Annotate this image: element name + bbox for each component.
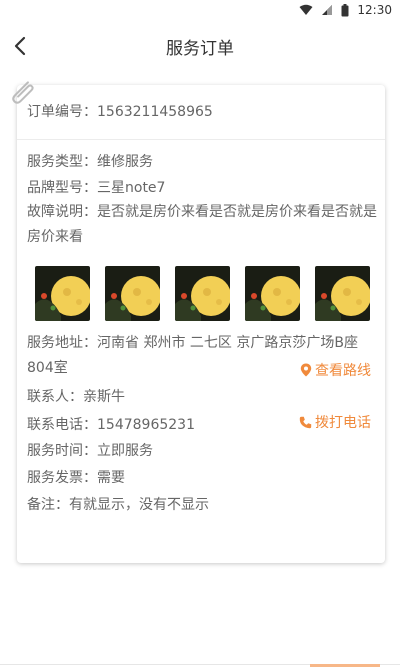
- contact-label: 联系人：: [27, 389, 83, 405]
- address-label: 服务地址：: [27, 335, 97, 351]
- note-row: 备注：有就显示，没有不显示: [27, 494, 209, 514]
- status-time: 12:30: [357, 3, 392, 17]
- wifi-icon: [299, 4, 313, 15]
- moon-photo: [35, 266, 90, 321]
- note-value: 有就显示，没有不显示: [69, 497, 209, 513]
- page-title: 服务订单: [166, 39, 234, 59]
- service-type-row: 服务类型：维修服务: [27, 151, 153, 171]
- fault-label: 故障说明：: [27, 204, 97, 220]
- image-gallery: [35, 266, 370, 321]
- phone-value: 15478965231: [97, 417, 195, 433]
- phone-label: 联系电话：: [27, 417, 97, 433]
- brand-row: 品牌型号：三星note7: [27, 177, 165, 197]
- invoice-label: 服务发票：: [27, 470, 97, 486]
- moon-photo: [105, 266, 160, 321]
- call-label: 拨打电话: [315, 415, 371, 431]
- contact-value: 亲斯牛: [83, 389, 125, 405]
- brand-value: 三星note7: [97, 180, 166, 196]
- order-card: 订单编号：1563211458965 服务类型：维修服务 品牌型号：三星note…: [17, 85, 385, 563]
- image-thumbnail[interactable]: [35, 266, 90, 321]
- fault-row: 故障说明：是否就是房价来看是否就是房价来看是否就是房价来看: [27, 200, 377, 250]
- moon-photo: [315, 266, 370, 321]
- battery-icon: [341, 3, 349, 16]
- moon-photo: [245, 266, 300, 321]
- image-thumbnail[interactable]: [175, 266, 230, 321]
- phone-icon: [299, 416, 312, 428]
- order-number-value: 1563211458965: [97, 104, 213, 120]
- note-label: 备注：: [27, 497, 69, 513]
- brand-label: 品牌型号：: [27, 180, 97, 196]
- contact-row: 联系人：亲斯牛: [27, 386, 125, 406]
- service-time-value: 立即服务: [97, 443, 153, 459]
- view-route-button[interactable]: 查看路线: [300, 360, 371, 380]
- phone-row: 联系电话：15478965231: [27, 414, 195, 434]
- invoice-value: 需要: [97, 470, 125, 486]
- moon-photo: [175, 266, 230, 321]
- location-pin-icon: [300, 363, 312, 377]
- invoice-row: 服务发票：需要: [27, 467, 125, 487]
- order-number-row: 订单编号：1563211458965: [27, 101, 213, 121]
- view-route-label: 查看路线: [315, 363, 371, 379]
- signal-icon: [322, 5, 333, 15]
- service-type-label: 服务类型：: [27, 154, 97, 170]
- service-time-label: 服务时间：: [27, 443, 97, 459]
- service-type-value: 维修服务: [97, 154, 153, 170]
- image-thumbnail[interactable]: [245, 266, 300, 321]
- call-button[interactable]: 拨打电话: [299, 412, 371, 432]
- image-thumbnail[interactable]: [105, 266, 160, 321]
- status-bar: 12:30: [0, 0, 400, 22]
- status-icons: 12:30: [299, 3, 392, 17]
- image-thumbnail[interactable]: [315, 266, 370, 321]
- nav-bar: 服务订单: [0, 22, 400, 70]
- service-time-row: 服务时间：立即服务: [27, 440, 153, 460]
- paperclip-icon: [12, 81, 34, 104]
- divider: [17, 139, 385, 140]
